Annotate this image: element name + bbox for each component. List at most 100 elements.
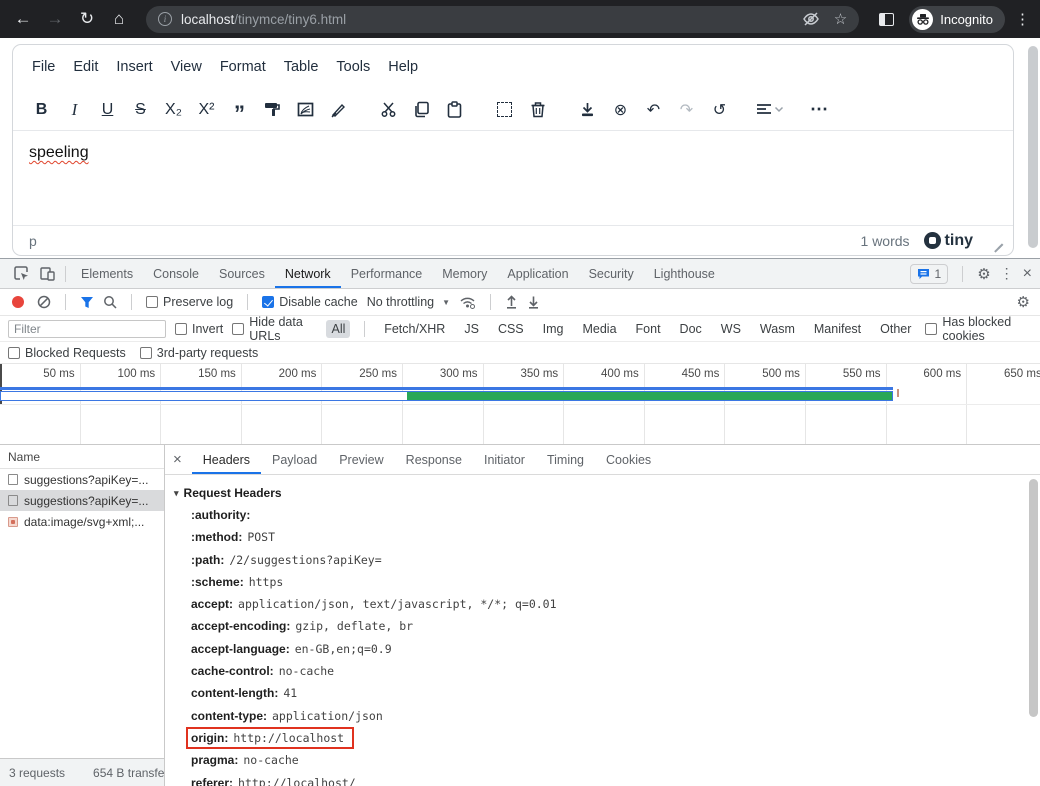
detail-tab-preview[interactable]: Preview — [328, 445, 394, 474]
tab-elements[interactable]: Elements — [71, 259, 143, 288]
copy-icon[interactable] — [405, 95, 438, 125]
trash-icon[interactable] — [521, 95, 554, 125]
third-party-control[interactable]: 3rd-party requests — [140, 346, 258, 360]
filter-type-media[interactable]: Media — [577, 320, 621, 338]
device-toolbar-icon[interactable] — [34, 266, 60, 281]
misspelled-word[interactable]: speeling — [29, 144, 89, 161]
tab-security[interactable]: Security — [579, 259, 644, 288]
tab-performance[interactable]: Performance — [341, 259, 433, 288]
has-blocked-cookies-checkbox[interactable] — [925, 323, 937, 335]
preserve-log-checkbox[interactable] — [146, 296, 158, 308]
menu-view[interactable]: View — [162, 54, 211, 80]
menu-insert[interactable]: Insert — [107, 54, 161, 80]
word-count[interactable]: 1 words — [861, 233, 910, 249]
export-icon[interactable] — [571, 95, 604, 125]
tab-console[interactable]: Console — [143, 259, 209, 288]
incognito-badge[interactable]: Incognito — [909, 6, 1005, 33]
redo-icon[interactable]: ↷ — [670, 95, 703, 125]
network-conditions-icon[interactable] — [459, 296, 476, 309]
blockquote-icon[interactable]: ” — [223, 95, 256, 125]
detail-tab-payload[interactable]: Payload — [261, 445, 328, 474]
menu-help[interactable]: Help — [379, 54, 427, 80]
resize-handle-icon[interactable] — [993, 236, 1003, 246]
italic-icon[interactable]: I — [58, 95, 91, 125]
preserve-log-control[interactable]: Preserve log — [146, 295, 233, 309]
issues-counter[interactable]: 1 — [910, 264, 949, 284]
filter-type-img[interactable]: Img — [538, 320, 569, 338]
close-detail-icon[interactable]: × — [173, 451, 182, 468]
reload-icon[interactable]: ↻ — [74, 6, 100, 32]
invert-control[interactable]: Invert — [175, 322, 223, 336]
detail-tab-response[interactable]: Response — [395, 445, 473, 474]
filter-input[interactable] — [8, 320, 166, 338]
subscript-icon[interactable]: X₂ — [157, 95, 190, 125]
request-row-selected[interactable]: suggestions?apiKey=... — [0, 490, 164, 511]
paint-roller-icon[interactable] — [256, 95, 289, 125]
filter-type-all[interactable]: All — [326, 320, 350, 338]
permanent-pen-icon[interactable] — [322, 95, 355, 125]
has-blocked-cookies-control[interactable]: Has blocked cookies — [925, 315, 1032, 343]
devtools-menu-icon[interactable]: ⋮ — [1000, 265, 1014, 282]
filter-type-doc[interactable]: Doc — [675, 320, 707, 338]
page-scrollbar[interactable] — [1028, 46, 1038, 248]
site-info-icon[interactable]: i — [158, 12, 172, 26]
tab-network[interactable]: Network — [275, 259, 341, 288]
network-settings-icon[interactable]: ⚙ — [1017, 293, 1030, 311]
devtools-close-icon[interactable]: × — [1023, 265, 1032, 283]
bold-icon[interactable]: B — [25, 95, 58, 125]
menu-table[interactable]: Table — [275, 54, 328, 80]
menu-edit[interactable]: Edit — [64, 54, 107, 80]
filter-type-ws[interactable]: WS — [716, 320, 746, 338]
underline-icon[interactable]: U — [91, 95, 124, 125]
detail-tab-cookies[interactable]: Cookies — [595, 445, 662, 474]
menu-tools[interactable]: Tools — [327, 54, 379, 80]
request-headers-section[interactable]: ▾ Request Headers — [165, 482, 1040, 504]
record-icon[interactable] — [12, 296, 24, 308]
select-all-icon[interactable] — [488, 95, 521, 125]
blocked-requests-control[interactable]: Blocked Requests — [8, 346, 126, 360]
devtools-settings-icon[interactable]: ⚙ — [977, 265, 990, 283]
filter-funnel-icon[interactable] — [80, 296, 94, 309]
more-toolbar-icon[interactable]: ⋯ — [803, 95, 836, 125]
picture-fill-icon[interactable] — [289, 95, 322, 125]
request-row[interactable]: data:image/svg+xml;... — [0, 511, 164, 532]
import-har-icon[interactable] — [505, 295, 518, 309]
request-row[interactable]: suggestions?apiKey=... — [0, 469, 164, 490]
third-party-checkbox[interactable] — [140, 347, 152, 359]
filter-type-js[interactable]: JS — [459, 320, 484, 338]
filter-type-manifest[interactable]: Manifest — [809, 320, 866, 338]
name-column-header[interactable]: Name — [0, 445, 164, 469]
tab-sources[interactable]: Sources — [209, 259, 275, 288]
filter-type-fetch-xhr[interactable]: Fetch/XHR — [379, 320, 450, 338]
superscript-icon[interactable]: X² — [190, 95, 223, 125]
home-icon[interactable]: ⌂ — [106, 6, 132, 32]
invert-checkbox[interactable] — [175, 323, 187, 335]
tracking-protection-icon[interactable] — [802, 12, 820, 26]
tab-lighthouse[interactable]: Lighthouse — [644, 259, 725, 288]
forward-icon[interactable]: → — [42, 6, 68, 32]
blocked-requests-checkbox[interactable] — [8, 347, 20, 359]
align-left-icon[interactable] — [753, 95, 786, 125]
tab-application[interactable]: Application — [497, 259, 578, 288]
collapse-triangle-icon[interactable]: ▾ — [174, 482, 179, 504]
menu-file[interactable]: File — [23, 54, 64, 80]
address-bar[interactable]: i localhost/tinymce/tiny6.html ☆ — [146, 6, 859, 33]
restore-draft-icon[interactable]: ↺ — [703, 95, 736, 125]
inspect-element-icon[interactable] — [8, 266, 34, 281]
menu-format[interactable]: Format — [211, 54, 275, 80]
network-overview-timeline[interactable]: 50 ms 100 ms 150 ms 200 ms 250 ms 300 ms… — [0, 364, 1040, 445]
filter-type-other[interactable]: Other — [875, 320, 916, 338]
paste-icon[interactable] — [438, 95, 471, 125]
tab-memory[interactable]: Memory — [432, 259, 497, 288]
side-panel-icon[interactable] — [873, 6, 899, 32]
editor-content[interactable]: speeling — [13, 131, 1013, 225]
throttling-select[interactable]: No throttling ▼ — [367, 295, 450, 309]
undo-icon[interactable]: ↶ — [637, 95, 670, 125]
search-icon[interactable] — [103, 295, 117, 309]
hide-data-urls-control[interactable]: Hide data URLs — [232, 315, 317, 343]
headers-scrollbar[interactable] — [1029, 479, 1038, 717]
filter-type-wasm[interactable]: Wasm — [755, 320, 800, 338]
detail-tab-headers[interactable]: Headers — [192, 445, 261, 474]
detail-tab-timing[interactable]: Timing — [536, 445, 595, 474]
filter-type-css[interactable]: CSS — [493, 320, 529, 338]
